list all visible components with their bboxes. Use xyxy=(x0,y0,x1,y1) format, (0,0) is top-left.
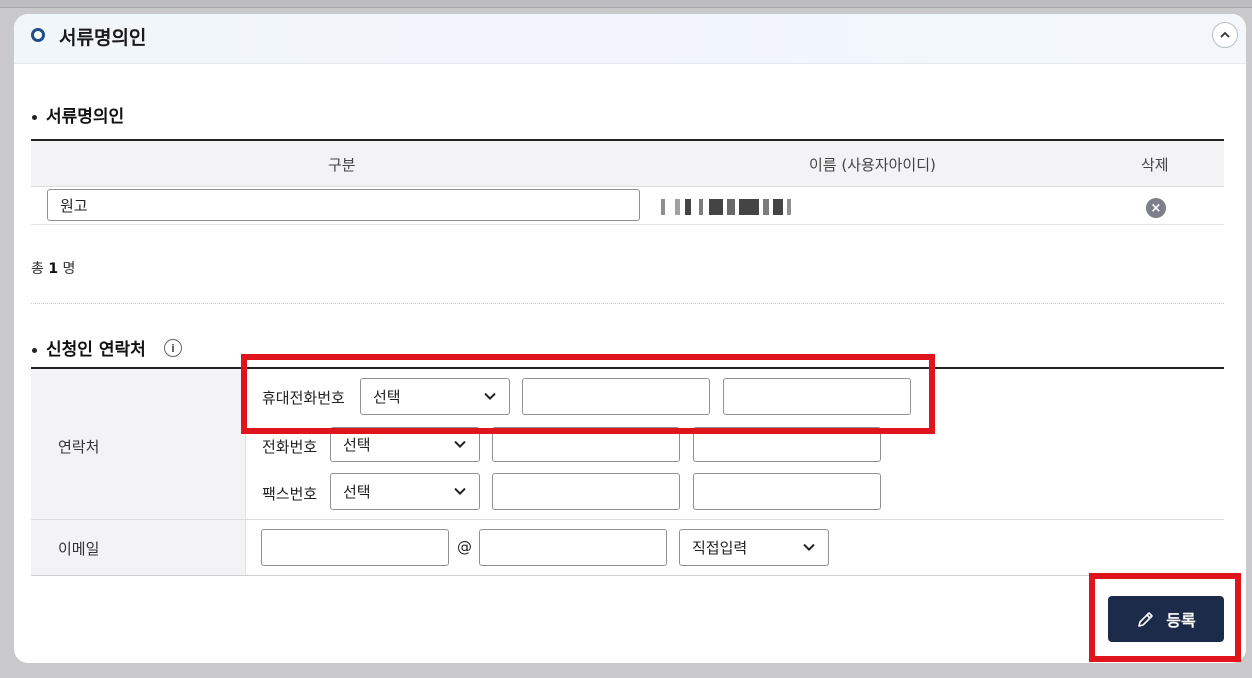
table-row: × xyxy=(31,187,1224,225)
email-label-cell: 이메일 xyxy=(31,520,245,576)
email-label: 이메일 xyxy=(58,540,100,558)
column-header-delete: 삭제 xyxy=(1141,156,1169,174)
owner-section-title: 서류명의인 xyxy=(46,107,125,127)
column-header-name: 이름 (사용자아이디) xyxy=(809,156,936,174)
total-number: 1 xyxy=(48,261,59,277)
total-prefix: 총 xyxy=(31,261,44,277)
total-count: 총 1 명 xyxy=(31,258,75,278)
category-input[interactable] xyxy=(47,189,640,221)
column-header-category: 구분 xyxy=(328,156,356,174)
owner-table-header: 구분 이름 (사용자아이디) 삭제 xyxy=(31,141,1224,187)
section-marker-icon xyxy=(31,28,45,42)
chevron-down-icon xyxy=(803,543,815,551)
bullet xyxy=(32,348,37,353)
contact-label-cell: 연락처 xyxy=(31,369,245,519)
phone-prefix-value: 선택 xyxy=(343,436,371,454)
phone-label: 전화번호 xyxy=(262,438,318,456)
fax-middle-input[interactable] xyxy=(492,473,680,510)
email-domain-input[interactable] xyxy=(479,529,667,566)
fax-prefix-value: 선택 xyxy=(343,483,371,501)
form-bottom-rule xyxy=(31,575,1224,576)
chevron-down-icon xyxy=(454,440,466,448)
document-owner-panel: 서류명의인 서류명의인 구분 이름 (사용자아이디) 삭제 × 총 1 명 xyxy=(14,14,1246,663)
bullet xyxy=(32,115,37,120)
redacted-user-id xyxy=(661,199,811,215)
contact-label: 연락처 xyxy=(58,438,100,456)
section-divider xyxy=(31,303,1224,304)
fax-last-input[interactable] xyxy=(693,473,881,510)
fax-prefix-select[interactable]: 선택 xyxy=(330,473,480,510)
email-local-input[interactable] xyxy=(261,529,449,566)
total-suffix: 명 xyxy=(62,261,76,277)
email-domain-select[interactable]: 직접입력 xyxy=(679,529,829,566)
info-icon[interactable]: i xyxy=(164,339,182,357)
highlight-box-mobile xyxy=(241,354,935,434)
highlight-box-register xyxy=(1089,573,1241,662)
chevron-down-icon xyxy=(454,487,466,495)
window-top-edge xyxy=(0,0,1252,8)
contact-section-title: 신청인 연락처 xyxy=(46,340,146,360)
chevron-up-icon xyxy=(1220,31,1230,38)
email-domain-select-value: 직접입력 xyxy=(692,539,748,557)
close-circle-icon[interactable]: × xyxy=(1146,198,1166,218)
at-sign: @ xyxy=(457,538,472,556)
panel-header: 서류명의인 xyxy=(14,14,1246,64)
collapse-button[interactable] xyxy=(1212,22,1238,48)
panel-title: 서류명의인 xyxy=(59,27,147,49)
fax-label: 팩스번호 xyxy=(262,485,318,503)
